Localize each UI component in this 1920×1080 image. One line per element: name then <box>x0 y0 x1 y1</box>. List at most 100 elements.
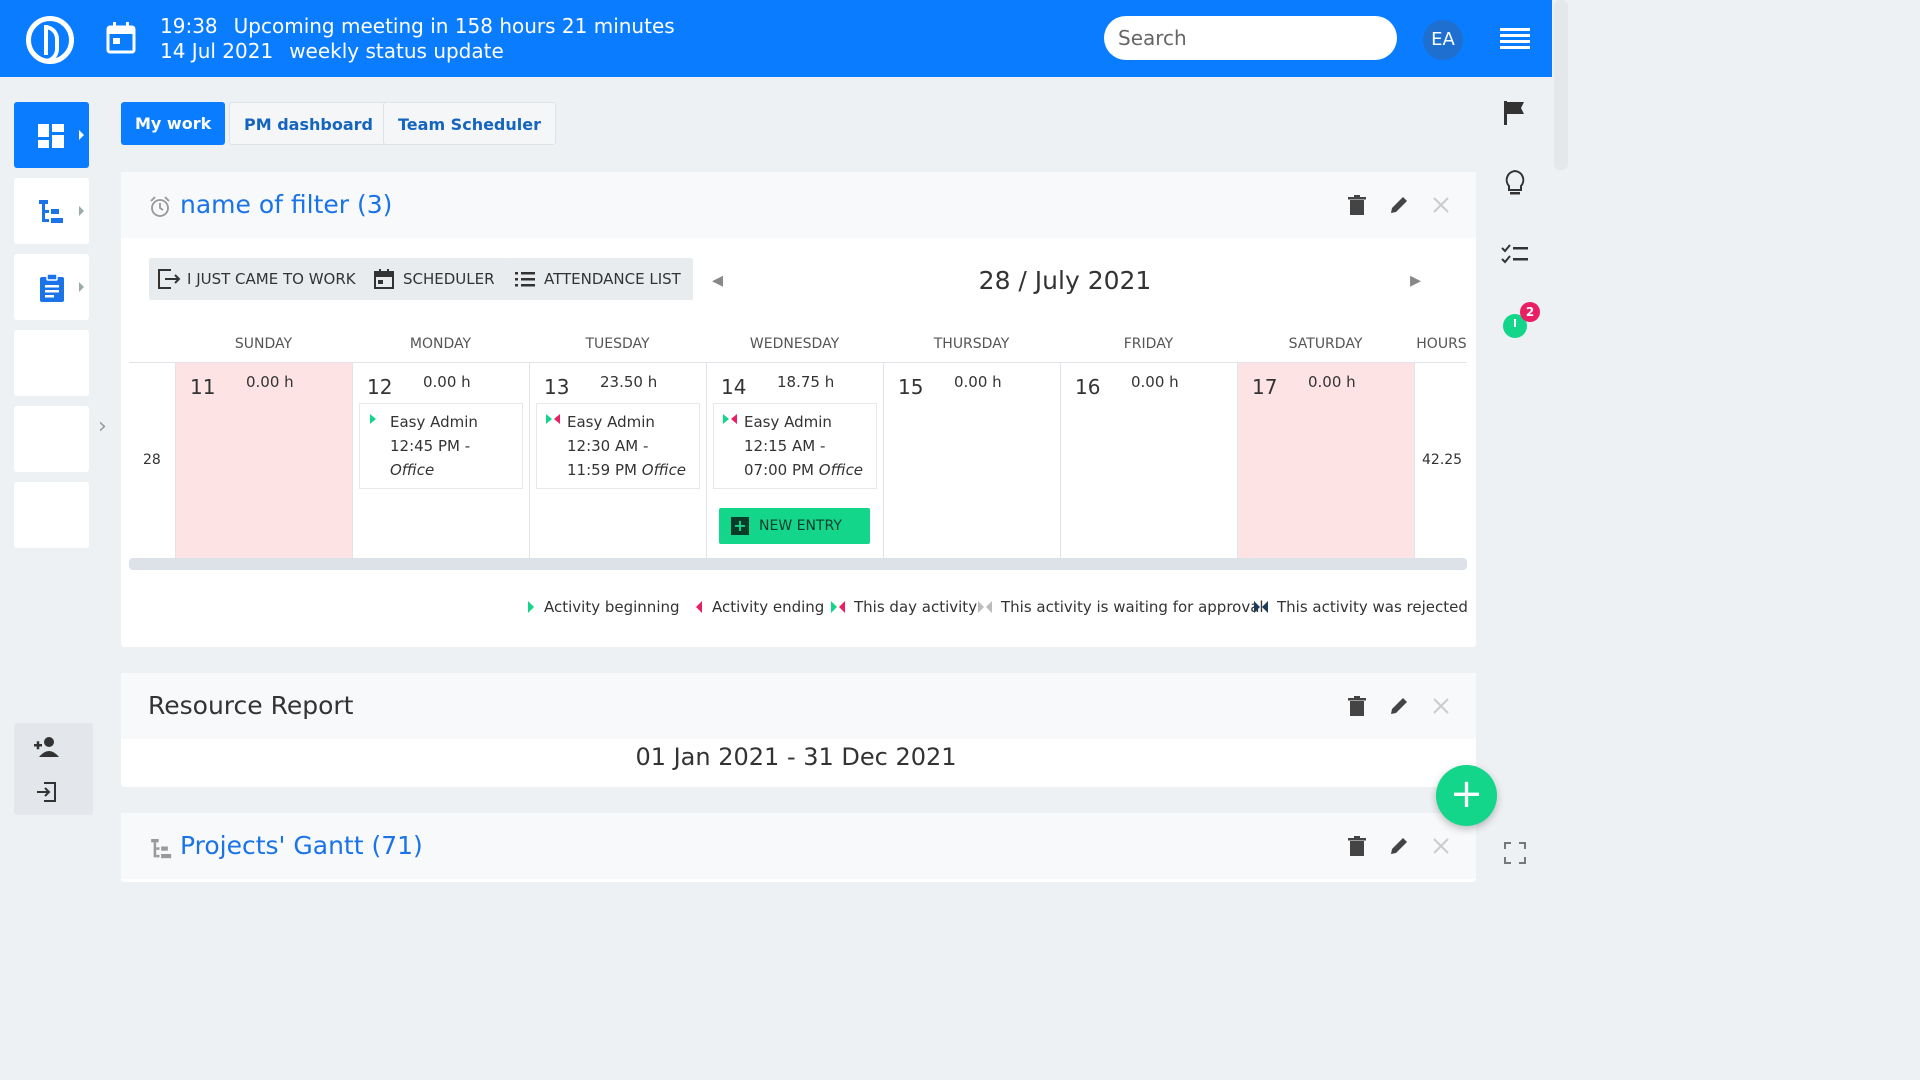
add-fab-button[interactable]: + <box>1436 765 1497 826</box>
close-icon[interactable] <box>1430 194 1452 216</box>
day-header-sunday: SUNDAY <box>234 336 293 352</box>
attendance-entry[interactable]: Easy Admin 12:45 PM - Office <box>359 403 523 489</box>
day-cell-monday[interactable]: 12 0.00 h Easy Admin 12:45 PM - Office <box>352 363 529 558</box>
day-number: 11 <box>190 375 216 399</box>
edit-pencil-icon[interactable] <box>1388 194 1410 216</box>
day-number: 13 <box>544 375 570 399</box>
login-icon[interactable] <box>36 781 58 803</box>
meeting-time-line[interactable]: 19:38 Upcoming meeting in 158 hours 21 mi… <box>160 14 691 39</box>
calendar-icon[interactable] <box>106 22 136 54</box>
day-activity-icon <box>831 601 845 613</box>
day-cell-sunday[interactable]: 11 0.00 h <box>175 363 352 558</box>
add-user-icon[interactable] <box>34 737 60 757</box>
sidebar-item-empty-1[interactable] <box>14 330 89 396</box>
day-activity-marker-icon <box>546 414 560 424</box>
button-label: I JUST CAME TO WORK <box>187 270 356 288</box>
activity-beginning-marker-icon <box>370 414 376 424</box>
close-icon[interactable] <box>1430 835 1452 857</box>
i-just-came-to-work-button[interactable]: I JUST CAME TO WORK <box>149 258 368 300</box>
trash-icon[interactable] <box>1346 835 1368 857</box>
attendance-list-button[interactable]: ATTENDANCE LIST <box>506 258 693 300</box>
prev-month-arrow-icon[interactable]: ◂ <box>712 268 723 293</box>
entry-place: Office <box>390 461 435 479</box>
flag-icon[interactable] <box>1500 98 1530 128</box>
sidebar-item-projects[interactable] <box>14 178 89 244</box>
day-header-wednesday: WEDNESDAY <box>749 336 840 352</box>
meeting-time: 19:38 <box>160 14 218 38</box>
close-icon[interactable] <box>1430 695 1452 717</box>
day-activity-marker-icon <box>723 414 737 424</box>
day-number: 17 <box>1252 375 1278 399</box>
sidebar-expand-chevron-icon[interactable]: › <box>98 414 107 439</box>
trash-icon[interactable] <box>1346 695 1368 717</box>
button-label: SCHEDULER <box>403 270 495 288</box>
day-cell-friday[interactable]: 16 0.00 h <box>1060 363 1237 558</box>
waiting-approval-icon <box>978 601 992 613</box>
scheduler-button[interactable]: SCHEDULER <box>365 258 507 300</box>
legend-text: This activity is waiting for approval <box>1001 598 1264 616</box>
day-cell-thursday[interactable]: 15 0.00 h <box>883 363 1060 558</box>
day-cell-tuesday[interactable]: 13 23.50 h Easy Admin 12:30 AM - 11:59 P… <box>529 363 706 558</box>
top-bar: 19:38 Upcoming meeting in 158 hours 21 mi… <box>0 0 1552 77</box>
card-header: Projects' Gantt (71) <box>121 813 1476 879</box>
meeting-date: 14 Jul 2021 <box>160 39 274 63</box>
day-hours: 0.00 h <box>954 373 1002 391</box>
next-month-arrow-icon[interactable]: ▸ <box>1410 268 1421 293</box>
meeting-date-line[interactable]: 14 Jul 2021 weekly status update <box>160 39 520 64</box>
dashboard-icon <box>38 124 64 148</box>
day-hours: 0.00 h <box>423 373 471 391</box>
day-number: 16 <box>1075 375 1101 399</box>
attendance-entry[interactable]: Easy Admin 12:15 AM - 07:00 PM Office <box>713 403 877 489</box>
sidebar-item-empty-3[interactable] <box>14 482 89 548</box>
meeting-countdown: Upcoming meeting in 158 hours 21 minutes <box>233 14 675 38</box>
page-scrollbar[interactable] <box>1554 0 1568 170</box>
user-avatar[interactable]: EA <box>1423 20 1463 60</box>
week-total-hours: 42.25 <box>1422 452 1463 468</box>
tab-my-work[interactable]: My work <box>121 102 226 145</box>
project-tree-icon <box>39 200 63 223</box>
sidebar-item-tasks[interactable] <box>14 254 89 320</box>
card-title: Resource Report <box>148 691 354 720</box>
sidebar-item-dashboard[interactable] <box>14 102 89 168</box>
caret-right-icon <box>79 206 84 216</box>
legend-text: This day activity <box>854 598 978 616</box>
day-hours: 0.00 h <box>246 373 294 391</box>
day-header-saturday: SATURDAY <box>1288 336 1363 352</box>
week-number: 28 <box>143 452 161 468</box>
day-number: 15 <box>898 375 924 399</box>
day-header-thursday: THURSDAY <box>933 336 1010 352</box>
day-number: 12 <box>367 375 393 399</box>
fullscreen-icon[interactable] <box>1504 842 1526 864</box>
entry-user: Easy Admin <box>567 413 655 431</box>
app-logo-icon[interactable] <box>26 16 74 64</box>
day-hours: 23.50 h <box>600 373 658 391</box>
attendance-entry[interactable]: Easy Admin 12:30 AM - 11:59 PM Office <box>536 403 700 489</box>
trash-icon[interactable] <box>1346 194 1368 216</box>
tab-pm-dashboard[interactable]: PM dashboard <box>229 102 388 145</box>
new-entry-label: NEW ENTRY <box>759 518 842 534</box>
day-header-monday: MONDAY <box>409 336 472 352</box>
edit-pencil-icon[interactable] <box>1388 835 1410 857</box>
card-title[interactable]: Projects' Gantt (71) <box>180 831 423 860</box>
projects-gantt-card: Projects' Gantt (71) <box>121 813 1476 882</box>
activity-beginning-icon <box>528 601 534 613</box>
search-input[interactable] <box>1104 16 1397 60</box>
new-entry-button[interactable]: + NEW ENTRY <box>719 508 870 544</box>
tab-team-scheduler[interactable]: Team Scheduler <box>383 102 556 145</box>
sidebar-item-empty-2[interactable] <box>14 406 89 472</box>
hours-header: HOURS <box>1416 336 1467 352</box>
month-title: 28 / July 2021 <box>978 266 1152 295</box>
entry-time: 12:45 PM - <box>390 437 471 455</box>
checklist-icon[interactable] <box>1500 240 1530 270</box>
alarm-clock-icon <box>150 196 170 217</box>
legend-waiting-approval: This activity is waiting for approval <box>977 598 1264 616</box>
lightbulb-icon[interactable] <box>1500 168 1530 198</box>
calendar-horizontal-scrollbar[interactable] <box>129 558 1467 570</box>
hamburger-menu-icon[interactable] <box>1500 28 1530 50</box>
legend-text: This activity was rejected <box>1277 598 1468 616</box>
day-cell-saturday[interactable]: 17 0.00 h <box>1237 363 1414 558</box>
legend-text: Activity ending <box>712 598 825 616</box>
card-title[interactable]: name of filter (3) <box>180 190 392 219</box>
edit-pencil-icon[interactable] <box>1388 695 1410 717</box>
clipboard-icon <box>40 274 64 302</box>
